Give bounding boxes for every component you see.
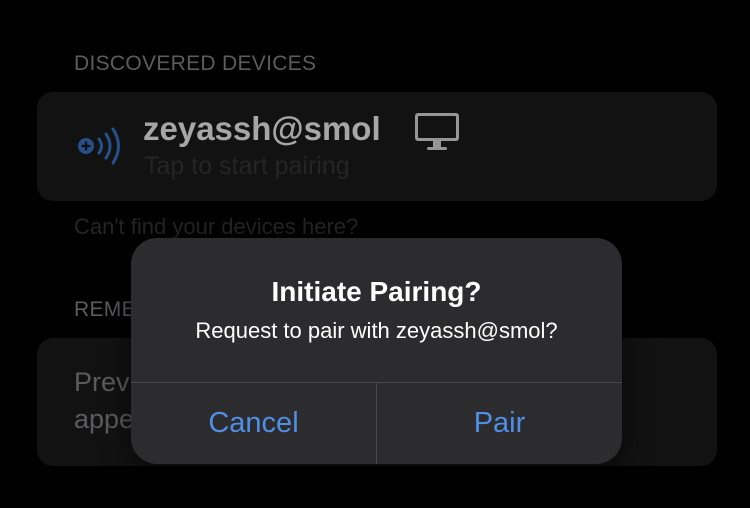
alert-title: Initiate Pairing?	[271, 276, 482, 307]
alert-message: Request to pair with zeyassh@smol?	[195, 318, 558, 343]
pairing-alert-dialog: Initiate Pairing? Request to pair with z…	[131, 238, 622, 464]
pair-button[interactable]: Pair	[377, 383, 622, 464]
screen: DISCOVERED DEVICES zeyassh@smol Tap to s…	[0, 0, 750, 508]
cancel-button[interactable]: Cancel	[131, 383, 376, 464]
